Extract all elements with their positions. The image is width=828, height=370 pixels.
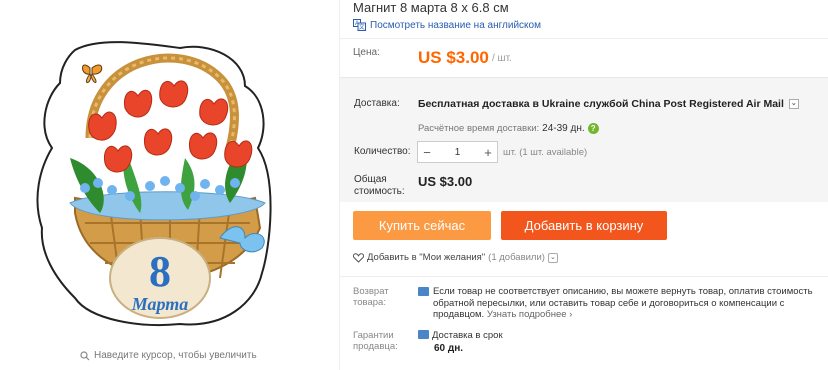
magnifier-icon: [80, 350, 90, 360]
total-label: Общая стоимость:: [354, 174, 405, 197]
translate-link-text: Посмотреть название на английском: [370, 19, 541, 31]
wishlist-count: (1 добавили): [488, 252, 545, 263]
price-unit: / шт.: [492, 53, 512, 64]
order-options: Доставка: Бесплатная доставка в Ukraine …: [340, 77, 828, 202]
delivery-estimate: Расчётное время доставки: 24-39 дн. ?: [418, 123, 599, 134]
divider: [340, 276, 828, 277]
price-label: Цена:: [353, 47, 380, 58]
heart-icon: [353, 252, 364, 263]
decrement-button[interactable]: −: [418, 145, 436, 160]
add-to-wishlist[interactable]: Добавить в "Мои желания" (1 добавили) ⌄: [353, 252, 558, 263]
chevron-down-icon[interactable]: ⌄: [547, 252, 558, 263]
zoom-hint-text: Наведите курсор, чтобы увеличить: [94, 350, 257, 361]
svg-text:文: 文: [359, 23, 365, 31]
shipping-method-text: Бесплатная доставка в Ukraine службой Ch…: [418, 98, 784, 110]
shipping-label: Доставка:: [354, 98, 400, 109]
quantity-label: Количество:: [354, 146, 411, 157]
shipping-method[interactable]: Бесплатная доставка в Ukraine службой Ch…: [418, 98, 810, 111]
badge-text: Марта: [131, 294, 189, 314]
zoom-hint: Наведите курсор, чтобы увеличить: [80, 350, 257, 361]
product-image-panel: 8 Марта Наведите курсор, чтобы увеличить: [0, 0, 340, 370]
quantity-stepper[interactable]: − 1 +: [417, 141, 498, 163]
total-value: US $3.00: [418, 174, 473, 189]
chevron-down-icon[interactable]: ⌄: [788, 99, 799, 110]
translate-link[interactable]: A文 Посмотреть название на английском: [353, 19, 541, 31]
delivery-estimate-label: Расчётное время доставки:: [418, 123, 540, 134]
wishlist-label: Добавить в "Мои желания": [367, 252, 486, 263]
price-value: US $3.00: [418, 48, 489, 67]
add-to-cart-button[interactable]: Добавить в корзину: [501, 211, 667, 240]
guarantee-text: Доставка в срок: [432, 330, 503, 341]
badge-number: 8: [149, 247, 171, 296]
on-time-delivery-icon: [418, 330, 429, 339]
returns-info: Если товар не соответствует описанию, вы…: [418, 286, 813, 321]
product-image[interactable]: 8 Марта: [30, 38, 280, 328]
guarantee-days: 60 дн.: [434, 343, 464, 354]
guarantee-label: Гарантии продавца:: [353, 330, 398, 352]
returns-label: Возврат товара:: [353, 286, 389, 308]
return-policy-icon: [418, 287, 429, 296]
price-row: Цена: US $3.00 / шт.: [340, 38, 828, 76]
translate-icon: A文: [353, 19, 366, 31]
quantity-note: шт. (1 шт. available): [503, 147, 588, 158]
help-icon[interactable]: ?: [587, 123, 599, 134]
returns-more-link[interactable]: Узнать подробнее ›: [487, 309, 573, 320]
quantity-input[interactable]: 1: [436, 147, 479, 158]
buy-now-button[interactable]: Купить сейчас: [353, 211, 491, 240]
guarantee-info: Доставка в срок: [418, 330, 503, 342]
increment-button[interactable]: +: [479, 145, 497, 160]
delivery-estimate-value: 24-39 дн.: [542, 123, 585, 134]
product-title: Магнит 8 марта 8 x 6.8 см: [353, 0, 509, 15]
